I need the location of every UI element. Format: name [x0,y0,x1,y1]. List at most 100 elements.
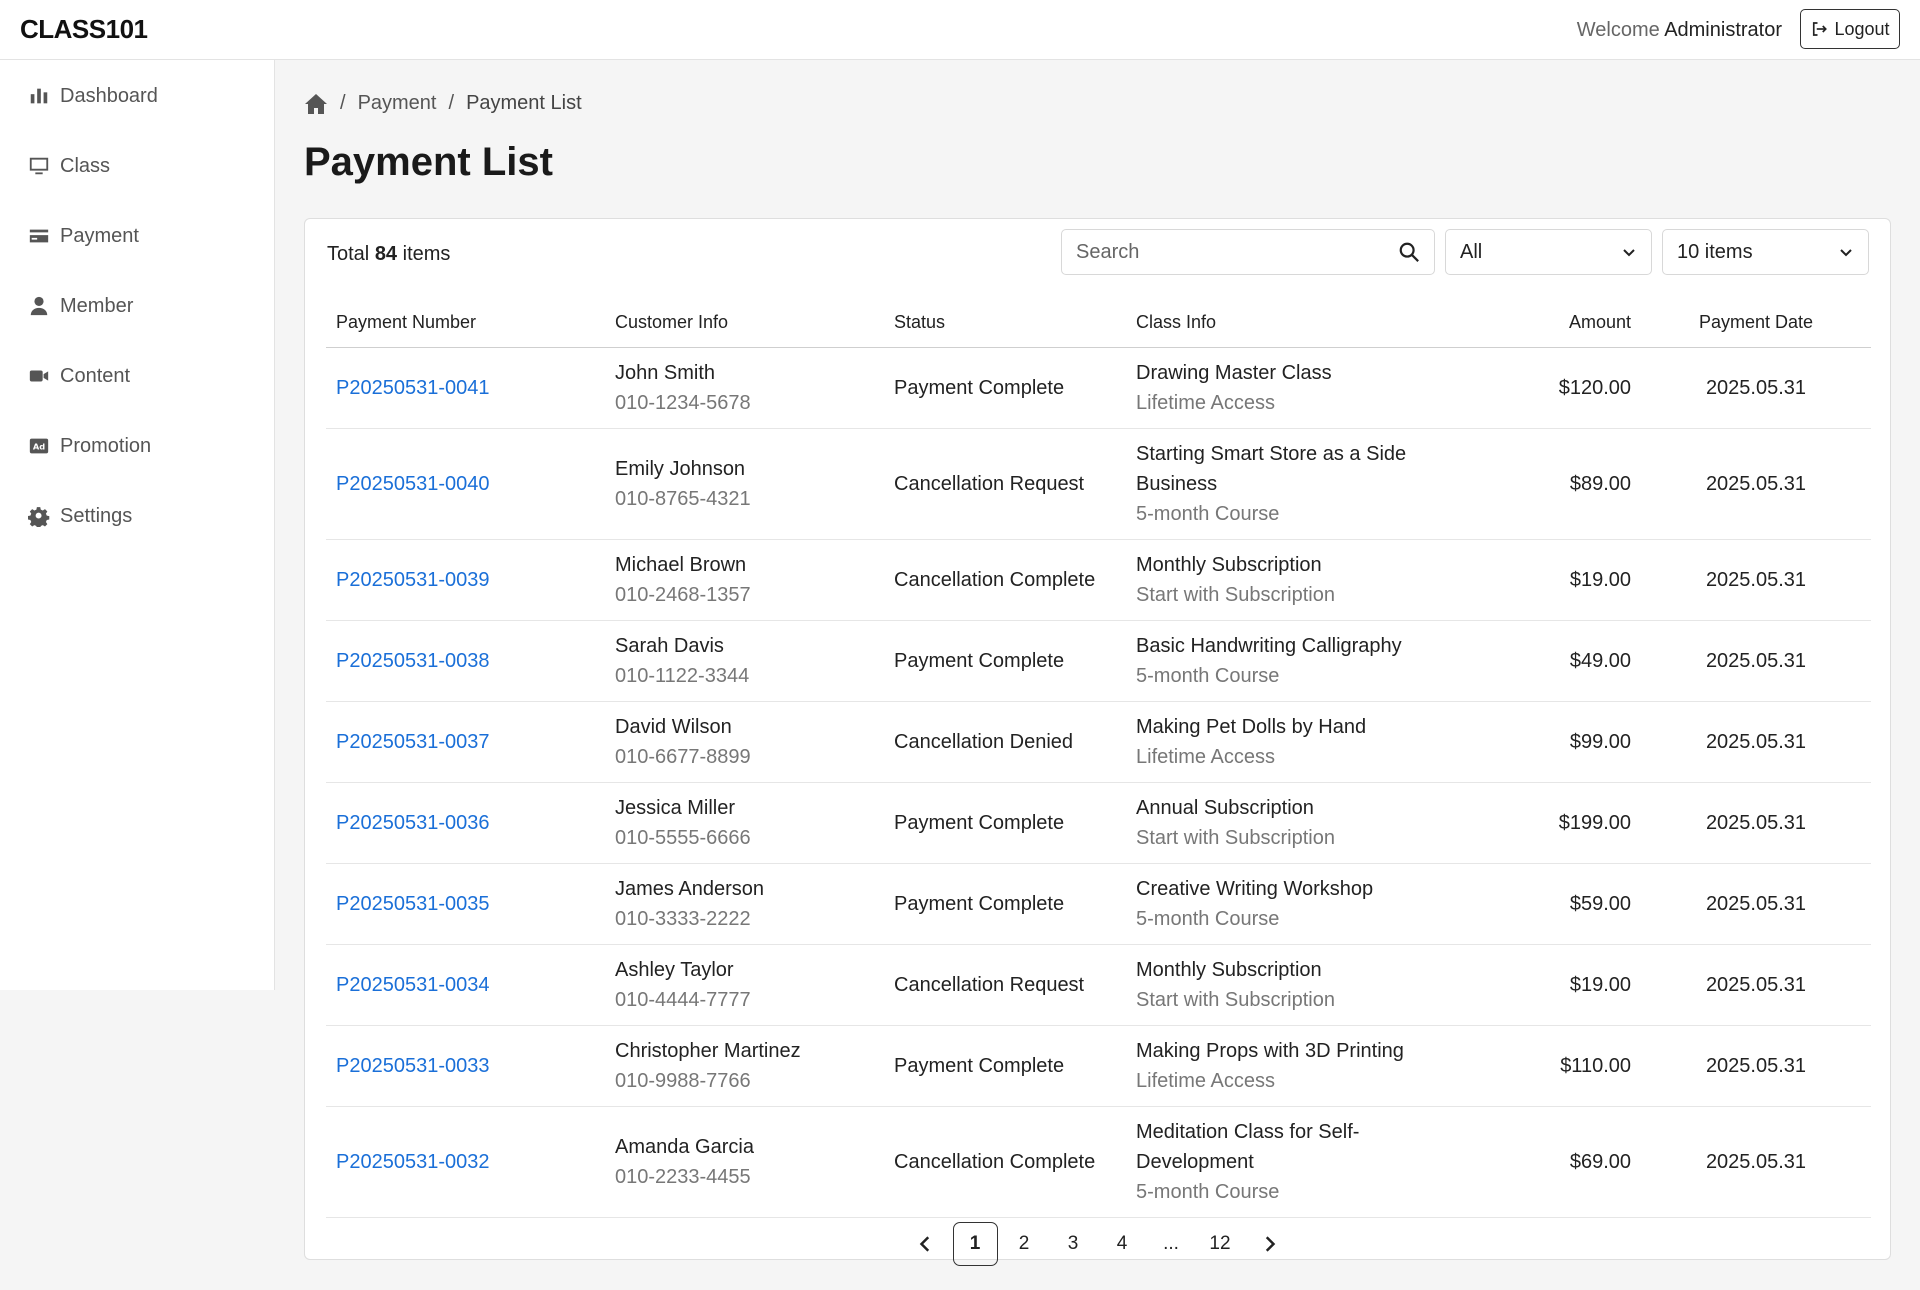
customer-phone: 010-2233-4455 [615,1165,751,1188]
customer-info-cell: Emily Johnson 010-8765-4321 [605,428,884,540]
sidebar-item-label: Class [60,154,111,177]
payment-date-cell: 2025.05.31 [1641,620,1871,702]
gear-icon [28,507,50,527]
home-icon[interactable] [304,93,328,115]
payment-number-link[interactable]: P20250531-0037 [336,731,489,753]
payment-number-cell: P20250531-0032 [326,1106,605,1218]
status-cell: Payment Complete [884,347,1126,429]
prev-page-button[interactable] [904,1222,949,1266]
sidebar-item-content[interactable]: Content [28,361,130,391]
payment-number-cell: P20250531-0033 [326,1025,605,1107]
column-header-class-info[interactable]: Class Info [1126,299,1526,348]
payment-number-cell: P20250531-0035 [326,863,605,945]
payment-date-cell: 2025.05.31 [1641,701,1871,783]
customer-name: Christopher Martinez [615,1039,801,1062]
payment-number-link[interactable]: P20250531-0034 [336,974,489,996]
payment-date-cell: 2025.05.31 [1641,863,1871,945]
search-icon[interactable] [1398,241,1420,263]
payment-number-link[interactable]: P20250531-0035 [336,893,489,915]
status-cell: Cancellation Complete [884,1106,1126,1218]
sidebar-item-member[interactable]: Member [28,291,133,321]
sidebar-item-promotion[interactable]: Ad Promotion [28,431,151,461]
payment-number-link[interactable]: P20250531-0041 [336,377,489,399]
table-row: P20250531-0038 Sarah Davis 010-1122-3344 Pa… [326,620,1871,702]
top-bar: CLASS101 Welcome Administrator Logout [0,0,1920,60]
class-name: Annual Subscription [1136,796,1314,819]
payment-number-cell: P20250531-0038 [326,620,605,702]
payment-number-cell: P20250531-0037 [326,701,605,783]
class-name: Monthly Subscription [1136,553,1322,576]
customer-name: David Wilson [615,715,732,738]
total-number: 84 [374,243,398,265]
table-row: P20250531-0037 David Wilson 010-6677-8899 C… [326,701,1871,783]
amount-cell: $59.00 [1526,863,1641,945]
payment-number-link[interactable]: P20250531-0038 [336,650,489,672]
customer-name: Jessica Miller [615,796,736,819]
payment-number-link[interactable]: P20250531-0032 [336,1151,489,1173]
status-cell: Cancellation Complete [884,539,1126,621]
sidebar-item-label: Member [60,294,134,317]
page-button-3[interactable]: 3 [1051,1222,1096,1266]
class-name: Making Pet Dolls by Hand [1136,715,1367,738]
next-page-button[interactable] [1247,1222,1292,1266]
class-type: Lifetime Access [1136,391,1275,414]
sidebar-item-class[interactable]: Class [28,151,110,181]
customer-phone: 010-4444-7777 [615,988,751,1011]
status-cell: Payment Complete [884,1025,1126,1107]
sidebar-item-payment[interactable]: Payment [28,221,139,251]
class-info-cell: Starting Smart Store as a Side Business 5… [1126,428,1526,540]
status-cell: Cancellation Request [884,428,1126,540]
page-size-select[interactable]: 10 items [1662,229,1869,275]
bar-chart-icon [30,88,48,104]
payment-number-cell: P20250531-0041 [326,347,605,429]
column-header-status[interactable]: Status [884,299,1126,348]
class-info-cell: Making Pet Dolls by Hand Lifetime Access [1126,701,1526,783]
class-name: Creative Writing Workshop [1136,877,1374,900]
payment-number-link[interactable]: P20250531-0040 [336,473,489,495]
status-cell: Payment Complete [884,620,1126,702]
customer-info-cell: Sarah Davis 010-1122-3344 [605,620,884,702]
search-input[interactable] [1076,240,1398,264]
column-header-amount[interactable]: Amount [1526,299,1641,348]
customer-phone: 010-1234-5678 [615,391,751,414]
customer-info-cell: Christopher Martinez 010-9988-7766 [605,1025,884,1107]
chevron-down-icon [1623,249,1635,257]
video-icon [29,370,49,382]
sidebar-item-label: Settings [60,504,133,527]
page-title: Payment List [304,140,553,184]
class-info-cell: Monthly Subscription Start with Subscript… [1126,539,1526,621]
breadcrumb-payment[interactable]: Payment [358,92,437,115]
page-button-1[interactable]: 1 [952,1222,998,1266]
column-header-payment-number[interactable]: Payment Number [326,299,605,348]
customer-phone: 010-1122-3344 [615,664,750,687]
sidebar-item-dashboard[interactable]: Dashboard [28,81,158,111]
payment-list-card: Total 84 items All 10 items Payment Numb… [304,218,1891,1266]
customer-name: Ashley Taylor [615,958,734,981]
payment-number-link[interactable]: P20250531-0039 [336,569,489,591]
payment-number-link[interactable]: P20250531-0033 [336,1055,489,1077]
customer-phone: 010-9988-7766 [615,1069,751,1092]
page-button-4[interactable]: 4 [1100,1222,1145,1266]
logout-button[interactable]: Logout [1800,9,1900,49]
customer-info-cell: Amanda Garcia 010-2233-4455 [605,1106,884,1218]
customer-name: Amanda Garcia [615,1135,754,1158]
credit-card-icon [29,229,49,243]
table-row: P20250531-0035 James Anderson 010-3333-222… [326,863,1871,945]
chevron-down-icon [1840,249,1852,257]
class-type: 5-month Course [1136,664,1280,687]
app-logo[interactable]: CLASS101 [20,14,148,45]
page-button-12[interactable]: 12 [1198,1222,1243,1266]
breadcrumb-separator: / [448,92,455,114]
customer-info-cell: James Anderson 010-3333-2222 [605,863,884,945]
column-header-customer-info[interactable]: Customer Info [605,299,884,348]
page-button-2[interactable]: 2 [1002,1222,1047,1266]
status-filter-select[interactable]: All [1445,229,1652,275]
class-type: Lifetime Access [1136,1069,1275,1092]
payment-number-cell: P20250531-0036 [326,782,605,864]
payment-number-link[interactable]: P20250531-0036 [336,812,489,834]
column-header-payment-date[interactable]: Payment Date [1641,299,1871,348]
status-cell: Cancellation Denied [884,701,1126,783]
sidebar-item-settings[interactable]: Settings [28,501,132,531]
svg-text:Ad: Ad [33,442,45,452]
monitor-icon [29,157,49,175]
